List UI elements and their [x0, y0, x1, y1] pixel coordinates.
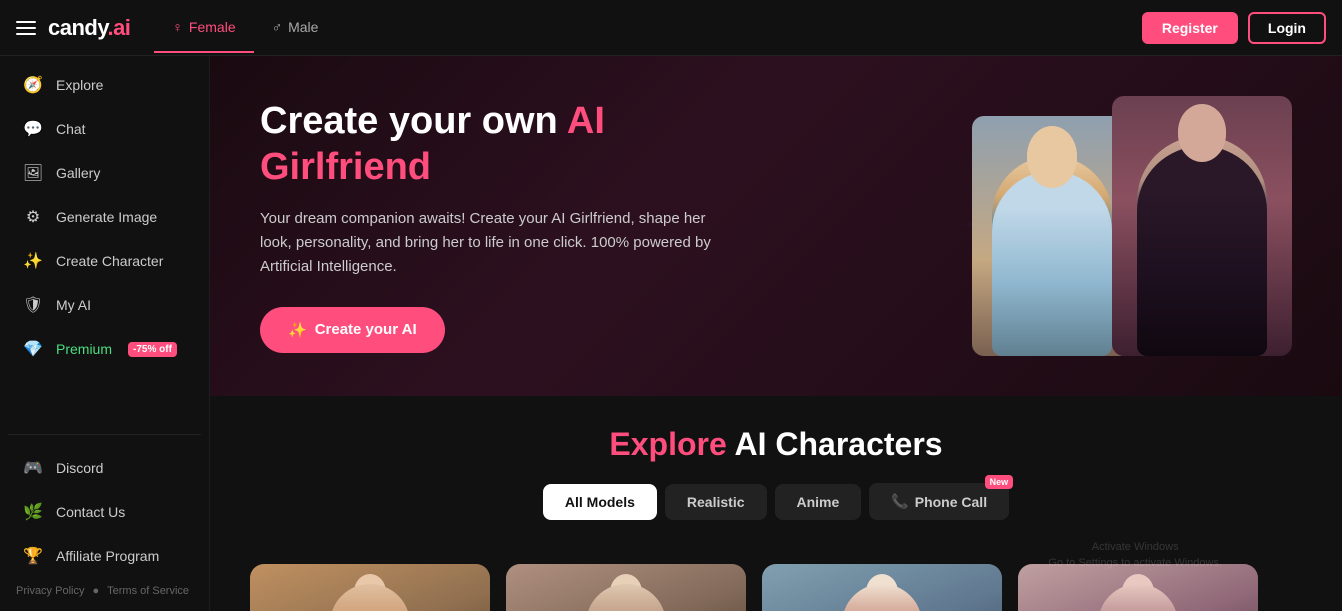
hero-title: Create your own AI Girlfriend	[260, 99, 720, 190]
create-ai-button[interactable]: ✨ Create your AI	[260, 307, 445, 353]
sidebar-item-generate-image[interactable]: ⚙ Generate Image	[8, 196, 201, 238]
create-character-icon: ✨	[22, 250, 44, 272]
filter-all-models[interactable]: All Models	[543, 484, 657, 520]
sidebar-item-premium[interactable]: 💎 Premium -75% off	[8, 328, 201, 370]
phone-call-label: Phone Call	[915, 494, 987, 510]
char-card-3[interactable]: 💬	[762, 564, 1002, 611]
sidebar-item-gallery[interactable]: 🖼 Gallery	[8, 152, 201, 194]
create-ai-icon: ✨	[288, 321, 307, 339]
chat-icon: 💬	[22, 118, 44, 140]
male-icon: ♂	[272, 19, 283, 35]
filter-anime[interactable]: Anime	[775, 484, 862, 520]
header-left: candy.ai	[16, 15, 130, 41]
nav-male-label: Male	[288, 19, 318, 35]
body-wrap: 🧭 Explore 💬 Chat 🖼 Gallery ⚙ Generate Im…	[0, 56, 1342, 611]
sidebar-item-explore[interactable]: 🧭 Explore	[8, 64, 201, 106]
hero-character-2	[1112, 96, 1292, 356]
logo-suffix: .ai	[107, 15, 130, 40]
explore-title: Explore AI Characters	[250, 426, 1302, 463]
nav-tab-female[interactable]: ♀ Female	[154, 3, 253, 53]
female-icon: ♀	[172, 19, 183, 35]
generate-image-icon: ⚙	[22, 206, 44, 228]
footer-separator: ●	[92, 585, 99, 597]
char-card-4[interactable]: 💬	[1018, 564, 1258, 611]
sidebar-item-discord[interactable]: 🎮 Discord	[8, 447, 201, 489]
header: candy.ai ♀ Female ♂ Male Register Login	[0, 0, 1342, 56]
nav-tab-male[interactable]: ♂ Male	[254, 3, 337, 53]
sidebar-my-ai-label: My AI	[56, 297, 91, 313]
sidebar-item-contact-us[interactable]: 🌿 Contact Us	[8, 491, 201, 533]
logo-text: candy	[48, 15, 107, 40]
sidebar-bottom: 🎮 Discord 🌿 Contact Us 🏆 Affiliate Progr…	[8, 443, 201, 579]
sidebar-generate-label: Generate Image	[56, 209, 157, 225]
sidebar-top: 🧭 Explore 💬 Chat 🖼 Gallery ⚙ Generate Im…	[8, 64, 201, 426]
sidebar-create-character-label: Create Character	[56, 253, 163, 269]
gallery-icon: 🖼	[22, 162, 44, 184]
sidebar-footer: Privacy Policy ● Terms of Service	[8, 579, 201, 603]
phone-call-icon: 📞	[891, 493, 908, 510]
sidebar-explore-label: Explore	[56, 77, 103, 93]
sidebar-item-my-ai[interactable]: 🛡 My AI	[8, 284, 201, 326]
hero-text: Create your own AI Girlfriend Your dream…	[260, 99, 720, 352]
filter-realistic[interactable]: Realistic	[665, 484, 767, 520]
premium-badge: -75% off	[128, 342, 177, 357]
hero-character-1	[972, 116, 1132, 356]
sidebar-gallery-label: Gallery	[56, 165, 100, 181]
sidebar-chat-label: Chat	[56, 121, 86, 137]
character-cards: 💬 💬 💬	[210, 564, 1342, 611]
sidebar-item-affiliate[interactable]: 🏆 Affiliate Program	[8, 535, 201, 577]
char-card-1[interactable]: 💬	[250, 564, 490, 611]
logo[interactable]: candy.ai	[48, 15, 130, 41]
hero-title-ai: AI	[567, 100, 605, 142]
terms-of-service-link[interactable]: Terms of Service	[107, 585, 189, 597]
nav-female-label: Female	[189, 19, 236, 35]
contact-icon: 🌿	[22, 501, 44, 523]
explore-section: Explore AI Characters All Models Realist…	[210, 396, 1342, 564]
explore-title-highlight: Explore	[609, 426, 726, 462]
sidebar-contact-label: Contact Us	[56, 504, 125, 520]
filter-phone-call[interactable]: 📞 Phone Call New	[869, 483, 1009, 520]
sidebar-discord-label: Discord	[56, 460, 103, 476]
header-right: Register Login	[1142, 12, 1326, 44]
hero-title-girlfriend: Girlfriend	[260, 146, 431, 188]
hero-section: Create your own AI Girlfriend Your dream…	[210, 56, 1342, 396]
affiliate-icon: 🏆	[22, 545, 44, 567]
hero-description: Your dream companion awaits! Create your…	[260, 207, 720, 279]
sidebar-affiliate-label: Affiliate Program	[56, 548, 159, 564]
hero-title-prefix: Create your own	[260, 100, 567, 142]
create-ai-label: Create your AI	[315, 321, 417, 338]
sidebar-item-create-character[interactable]: ✨ Create Character	[8, 240, 201, 282]
new-badge: New	[985, 475, 1014, 489]
main-content: Create your own AI Girlfriend Your dream…	[210, 56, 1342, 611]
explore-title-suffix: AI Characters	[727, 426, 943, 462]
hero-images	[972, 96, 1292, 356]
char-card-2[interactable]: 💬	[506, 564, 746, 611]
sidebar-item-chat[interactable]: 💬 Chat	[8, 108, 201, 150]
premium-icon: 💎	[22, 338, 44, 360]
my-ai-icon: 🛡	[22, 294, 44, 316]
sidebar-divider	[8, 434, 201, 435]
hamburger-button[interactable]	[16, 21, 36, 35]
sidebar-premium-label: Premium	[56, 341, 112, 357]
register-button[interactable]: Register	[1142, 12, 1238, 44]
login-button[interactable]: Login	[1248, 12, 1326, 44]
privacy-policy-link[interactable]: Privacy Policy	[16, 585, 84, 597]
filter-tabs: All Models Realistic Anime 📞 Phone Call …	[250, 483, 1302, 520]
discord-icon: 🎮	[22, 457, 44, 479]
header-nav: ♀ Female ♂ Male	[154, 3, 336, 53]
sidebar: 🧭 Explore 💬 Chat 🖼 Gallery ⚙ Generate Im…	[0, 56, 210, 611]
explore-icon: 🧭	[22, 74, 44, 96]
